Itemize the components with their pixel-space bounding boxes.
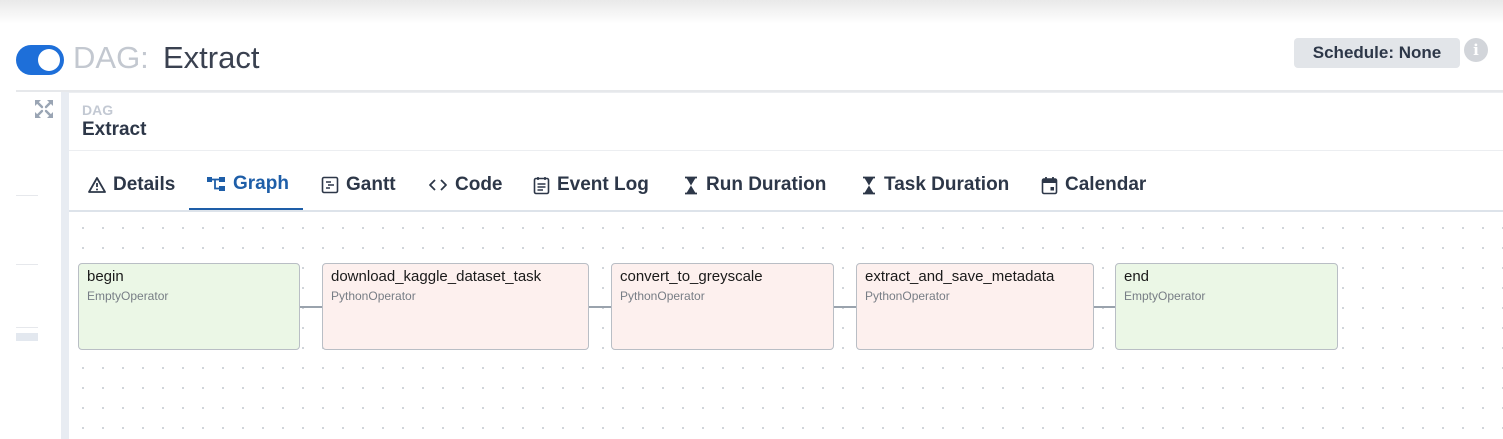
task-operator: PythonOperator (620, 289, 705, 303)
tab-label: Gantt (346, 174, 396, 195)
task-operator: EmptyOperator (1124, 289, 1206, 303)
graph-edge (588, 306, 612, 308)
graph-edge (833, 306, 857, 308)
tab-label: Details (113, 174, 176, 195)
calendar-icon (1041, 176, 1058, 195)
dag-prefix-label: DAG: (73, 40, 149, 75)
tab-label: Graph (233, 173, 289, 194)
panel-title: Extract (82, 119, 147, 140)
rail-marker (16, 333, 38, 341)
code-icon (428, 176, 448, 194)
task-node-convert-to-greyscale[interactable]: convert_to_greyscale PythonOperator (611, 263, 834, 350)
hourglass-icon (861, 176, 877, 195)
panel-label: DAG (82, 102, 114, 118)
panel-resize-handle[interactable] (61, 92, 69, 439)
task-operator: PythonOperator (331, 289, 416, 303)
task-node-begin[interactable]: begin EmptyOperator (78, 263, 300, 350)
task-name: convert_to_greyscale (620, 268, 763, 285)
panel-divider (69, 92, 1503, 93)
rail-divider (16, 327, 38, 328)
tab-label: Calendar (1065, 174, 1147, 195)
tab-details[interactable]: Details (72, 158, 187, 210)
rail-divider (16, 264, 38, 265)
task-node-extract-and-save-metadata[interactable]: extract_and_save_metadata PythonOperator (856, 263, 1094, 350)
dag-toggle[interactable] (16, 45, 64, 75)
tab-label: Run Duration (706, 174, 827, 195)
tab-task-duration[interactable]: Task Duration (847, 158, 1027, 210)
left-panel (0, 92, 61, 439)
toggle-knob (38, 49, 60, 71)
task-node-end[interactable]: end EmptyOperator (1115, 263, 1338, 350)
info-icon[interactable]: i (1464, 38, 1488, 62)
gantt-icon (321, 176, 339, 194)
tab-label: Event Log (557, 174, 649, 195)
warning-icon (88, 176, 106, 194)
schedule-badge: Schedule: None (1294, 38, 1460, 68)
tab-calendar[interactable]: Calendar (1027, 158, 1167, 210)
dag-title: Extract (163, 40, 260, 75)
graph-edge (299, 306, 323, 308)
tab-code[interactable]: Code (413, 158, 509, 210)
tab-event-log[interactable]: Event Log (519, 158, 659, 210)
rail-divider (16, 195, 38, 196)
task-name: download_kaggle_dataset_task (331, 268, 542, 285)
task-name: extract_and_save_metadata (865, 268, 1055, 285)
task-name: begin (87, 268, 124, 285)
hourglass-icon (683, 176, 699, 195)
panel-divider (69, 150, 1503, 151)
expand-icon[interactable] (34, 99, 54, 119)
event-log-icon (533, 176, 550, 195)
task-name: end (1124, 268, 1150, 285)
graph-edge (1092, 306, 1116, 308)
top-shadow (0, 0, 1503, 24)
task-node-download-kaggle-dataset[interactable]: download_kaggle_dataset_task PythonOpera… (322, 263, 589, 350)
tab-graph[interactable]: Graph (189, 158, 303, 210)
task-operator: EmptyOperator (87, 289, 169, 303)
tab-gantt[interactable]: Gantt (305, 158, 403, 210)
tab-label: Task Duration (884, 174, 1010, 195)
graph-icon (206, 175, 226, 193)
tab-label: Code (455, 174, 503, 195)
tab-run-duration[interactable]: Run Duration (669, 158, 841, 210)
task-operator: PythonOperator (865, 289, 950, 303)
